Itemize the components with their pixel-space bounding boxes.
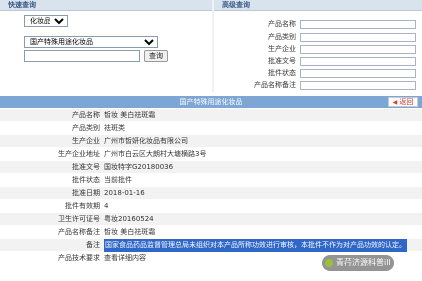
adv-input-name-remark[interactable] — [300, 81, 416, 90]
detail-value: 当前批件 — [104, 176, 132, 184]
adv-input-manufacturer[interactable] — [300, 45, 416, 54]
quick-search-title: 快速查询 — [8, 1, 36, 9]
quick-query-button[interactable]: 查询 — [144, 50, 168, 62]
technical-requirements-link[interactable]: 查看详细内容 — [104, 252, 146, 265]
back-button[interactable]: ◀ 返回 — [388, 97, 418, 107]
detail-label: 批件有效期 — [65, 202, 100, 210]
detail-label: 产品名称 — [72, 111, 100, 119]
detail-value: 皙妆 美白祛斑霜 — [104, 111, 156, 119]
detail-value: 皙妆 美白祛斑霜 — [104, 228, 156, 236]
detail-label: 备注 — [86, 241, 100, 249]
product-type-select[interactable]: 化妆品 — [24, 15, 68, 27]
adv-label-category: 产品类别 — [268, 33, 296, 41]
detail-row: 备注 国家食品药品监督管理总局未组织对本产品所称功效进行审核，本批件不作为对产品… — [0, 239, 422, 252]
detail-row: 生产企业 广州市皙妍化妆品有限公司 — [0, 135, 422, 148]
detail-value: 4 — [104, 202, 109, 210]
adv-input-category[interactable] — [300, 33, 416, 42]
adv-label-product-name: 产品名称 — [268, 20, 296, 28]
detail-value: 国妆特字G20180036 — [104, 163, 174, 171]
adv-label-name-remark: 产品名称备注 — [254, 81, 296, 89]
detail-label: 生产企业 — [72, 137, 100, 145]
advanced-search-title: 高级查询 — [222, 1, 250, 9]
detail-value: 祛斑类 — [104, 124, 125, 132]
quick-search-input[interactable] — [24, 50, 140, 62]
adv-input-approval-status[interactable] — [300, 69, 416, 78]
detail-row: 产品类别 祛斑类 — [0, 122, 422, 135]
adv-input-product-name[interactable] — [300, 20, 416, 29]
advanced-search-header: 高级查询 — [214, 0, 422, 11]
detail-row: 产品名称备注 皙妆 美白祛斑霜 — [0, 226, 422, 239]
detail-row: 产品名称 皙妆 美白祛斑霜 — [0, 109, 422, 122]
detail-value: 2018-01-16 — [104, 189, 145, 197]
adv-label-manufacturer: 生产企业 — [268, 45, 296, 53]
back-arrow-icon: ◀ — [392, 99, 398, 106]
detail-value-selected: 国家食品药品监督管理总局未组织对本产品所称功效进行审核，本批件不作为对产品功效的… — [104, 239, 407, 252]
detail-label: 批准文号 — [72, 163, 100, 171]
detail-label: 生产企业地址 — [58, 150, 100, 158]
detail-row: 批准日期 2018-01-16 — [0, 187, 422, 200]
detail-value: 广州市皙妍化妆品有限公司 — [104, 137, 188, 145]
detail-row: 批件状态 当前批件 — [0, 174, 422, 187]
detail-label: 产品类别 — [72, 124, 100, 132]
detail-row: 批准文号 国妆特字G20180036 — [0, 161, 422, 174]
detail-row: 卫生许可证号 粤妆20160524 — [0, 213, 422, 226]
detail-value: 广州市白云区大朗村大塘横路3号 — [104, 150, 207, 158]
adv-label-approval-status: 批件状态 — [268, 69, 296, 77]
quick-search-header: 快速查询 — [0, 0, 212, 11]
detail-section-bar: 国产特殊用途化妆品 ◀ 返回 — [0, 96, 422, 108]
back-button-label: 返回 — [399, 98, 414, 106]
detail-label: 产品名称备注 — [58, 228, 100, 236]
detail-row: 生产企业地址 广州市白云区大朗村大塘横路3号 — [0, 148, 422, 161]
detail-label: 卫生许可证号 — [58, 215, 100, 223]
panel-divider — [212, 0, 214, 92]
detail-label: 产品技术要求 — [58, 254, 100, 262]
detail-section-title: 国产特殊用途化妆品 — [179, 98, 243, 106]
detail-value: 粤妆20160524 — [104, 215, 154, 223]
watermark-logo-icon — [325, 259, 333, 267]
watermark-text: 青荇济源科普ill — [336, 258, 391, 267]
adv-label-approval-number: 批准文号 — [268, 57, 296, 65]
detail-row: 批件有效期 4 — [0, 200, 422, 213]
detail-label: 批件状态 — [72, 176, 100, 184]
adv-input-approval-number[interactable] — [300, 57, 416, 66]
database-select[interactable]: 国产特殊用途化妆品 — [24, 36, 158, 48]
detail-label: 批准日期 — [72, 189, 100, 197]
watermark: 青荇济源科普ill — [322, 255, 394, 271]
